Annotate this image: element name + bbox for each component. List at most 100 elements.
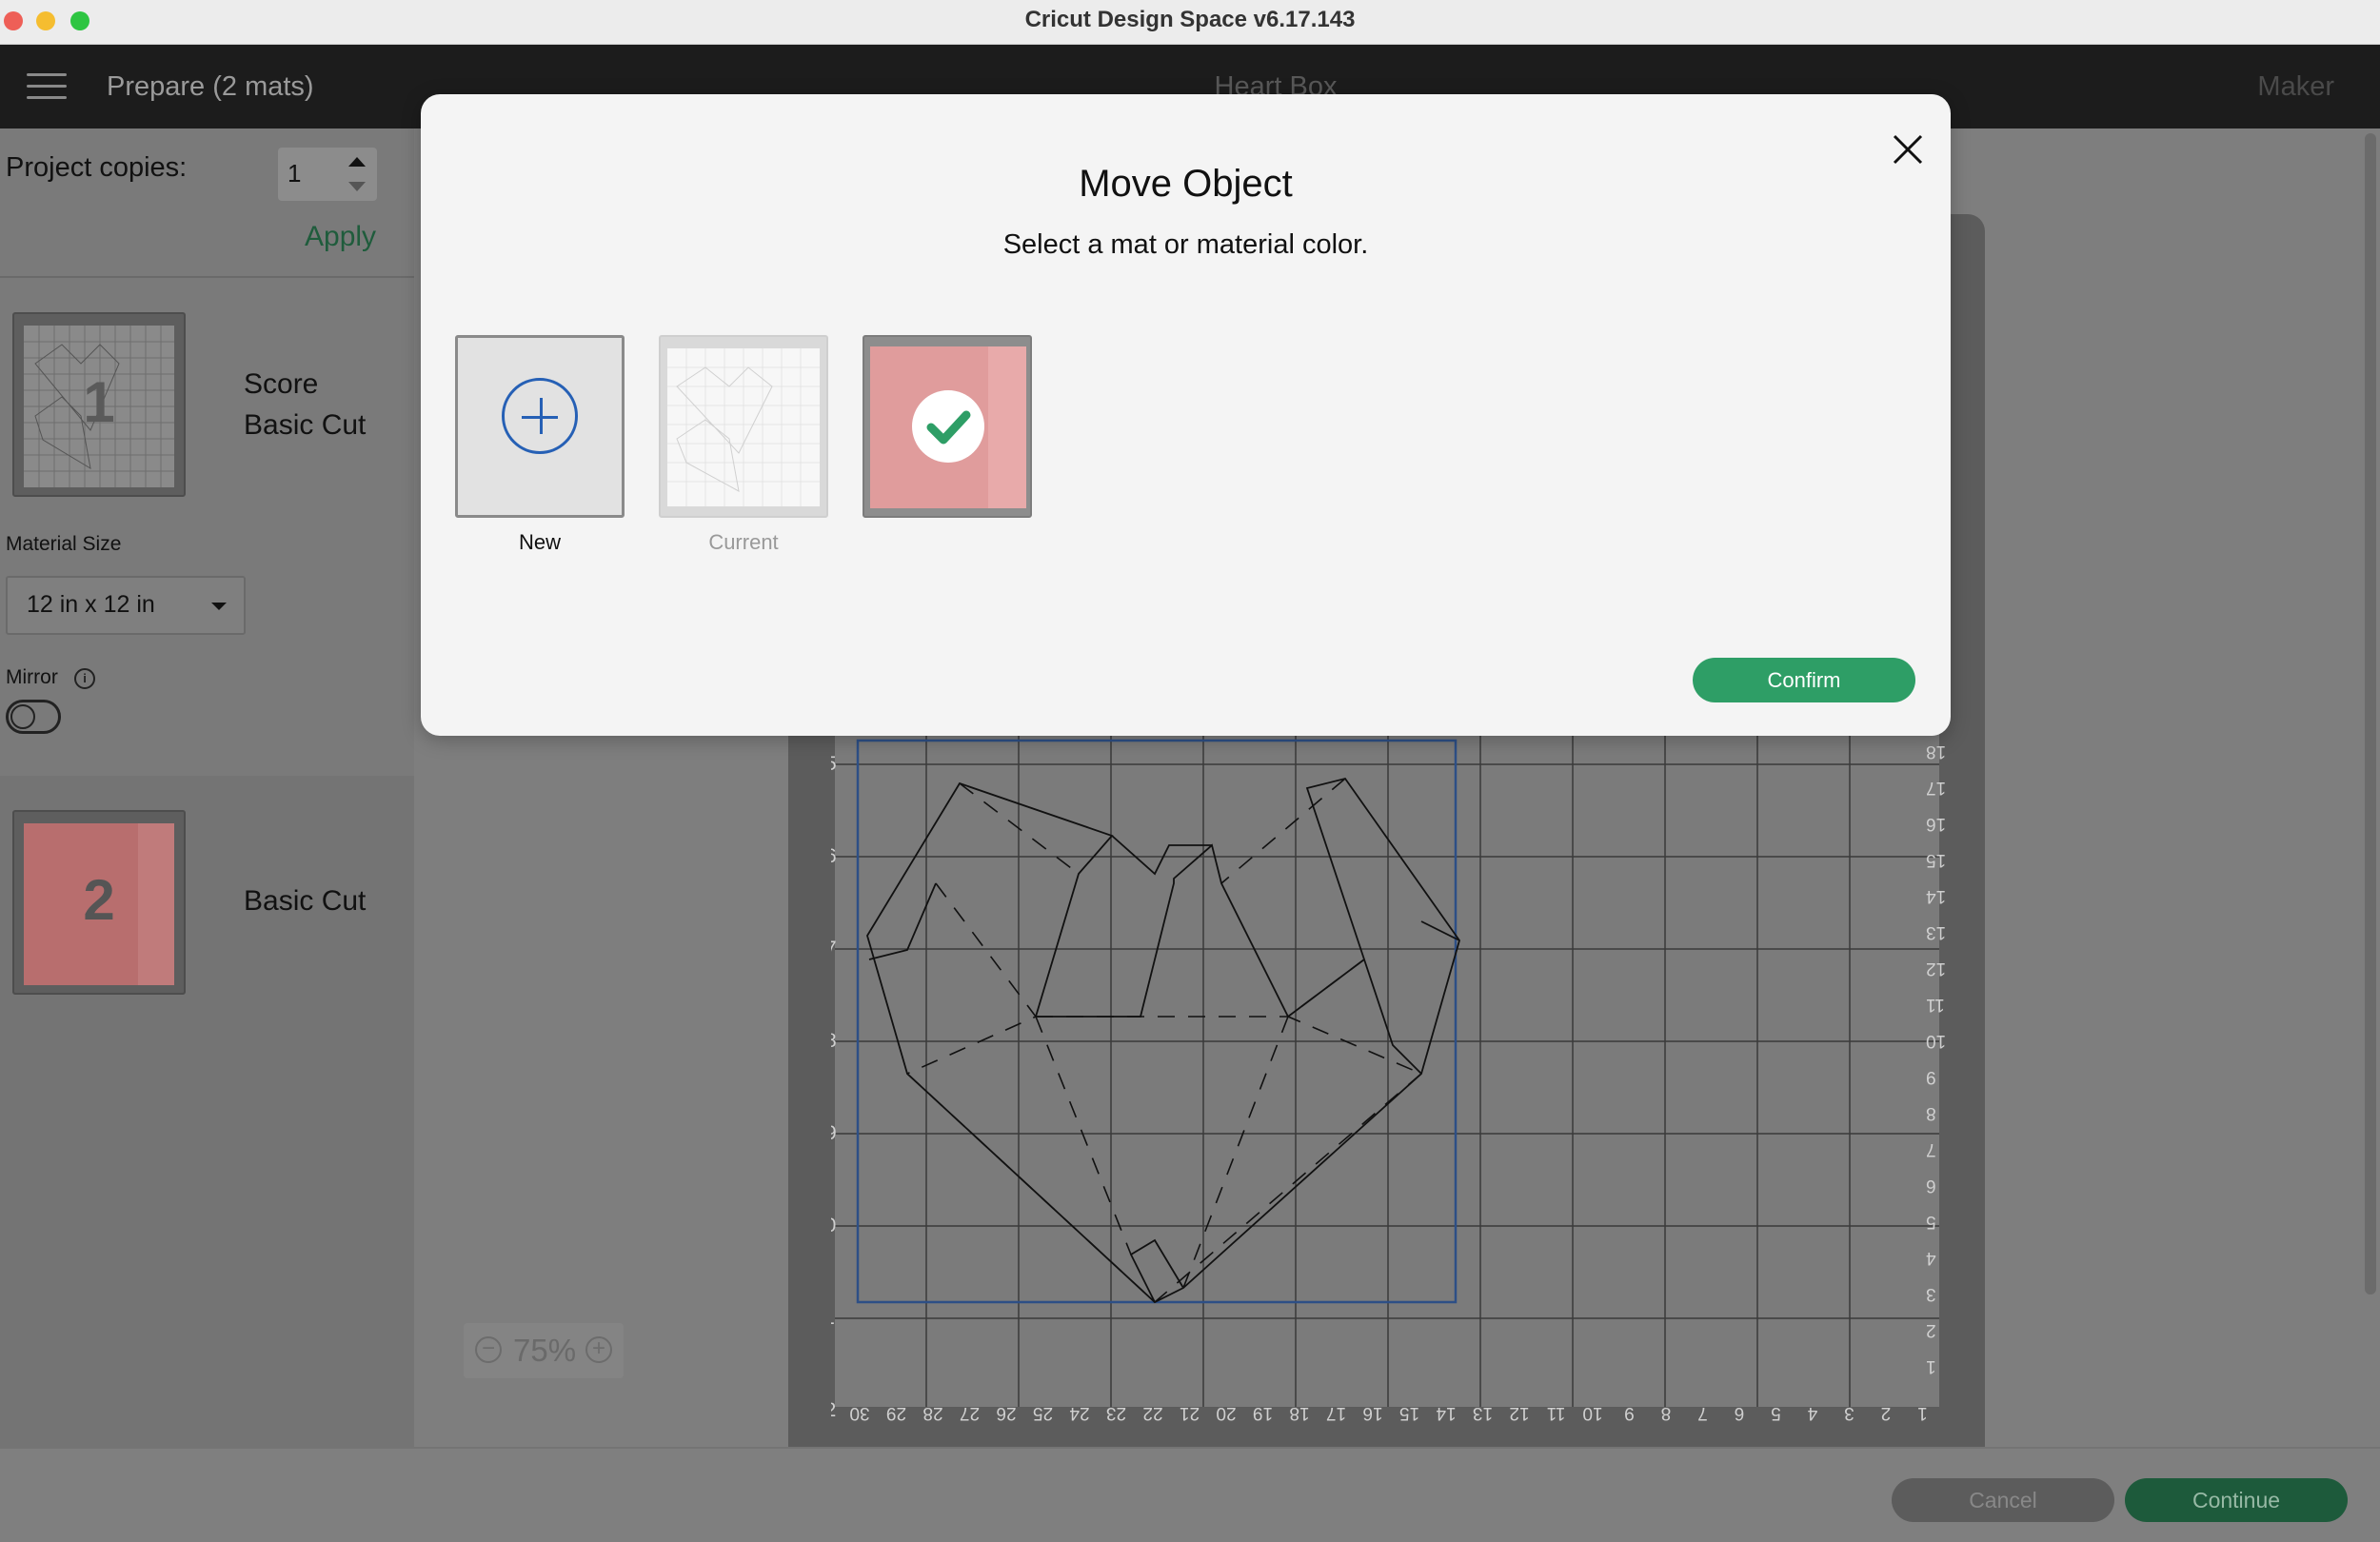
ruler-bottom-13: 13 [1473,1403,1493,1423]
pink-material-edge [988,346,1026,508]
ruler-bottom-5: 5 [1771,1403,1781,1423]
ruler-right-12: 12 [1926,959,1945,979]
ruler-right-1: 1 [1926,1356,1936,1376]
pink-material-option[interactable] [863,335,1032,518]
current-mat-preview [667,348,820,506]
ruler-right-17: 17 [1926,778,1945,798]
confirm-button[interactable]: Confirm [1693,658,1915,702]
mat-1-thumbnail[interactable]: 1 [12,312,186,497]
ruler-right-16: 16 [1926,814,1945,834]
ruler-right-10: 10 [1926,1031,1945,1051]
plus-circle-icon [502,378,578,454]
ruler-right-11: 11 [1926,995,1945,1015]
ruler-bottom-19: 19 [1253,1403,1273,1423]
ruler-right-4: 4 [1926,1248,1936,1268]
ruler-right-8: 8 [1926,1103,1936,1123]
ruler-bottom-8: 8 [1661,1403,1672,1423]
ruler-right-6: 6 [1926,1176,1936,1196]
ruler-left-5: 5 [831,753,837,775]
ruler-bottom-18: 18 [1289,1403,1309,1423]
mat-2-op-basic-cut: Basic Cut [244,885,367,917]
ruler-right-3: 3 [1926,1284,1936,1304]
checkmark-icon [912,390,984,463]
machine-selector[interactable]: Maker [2257,45,2334,128]
continue-button[interactable]: Continue [2125,1478,2348,1522]
ruler-bottom-1: 1 [1917,1403,1928,1423]
ruler-left-6: 6 [831,845,837,867]
mat-2-number: 2 [83,868,115,932]
mat-1-op-basic-cut: Basic Cut [244,409,367,441]
mirror-toggle[interactable] [6,700,61,734]
ruler-right-18: 18 [1926,741,1945,761]
zoom-out-icon[interactable]: − [475,1336,502,1363]
ruler-bottom-24: 24 [1069,1403,1090,1423]
window-title-bar: Cricut Design Space v6.17.143 [0,0,2380,45]
hamburger-menu-icon[interactable] [27,73,67,100]
ruler-bottom-6: 6 [1735,1403,1745,1423]
ruler-right-9: 9 [1926,1067,1936,1087]
ruler-bottom-7: 7 [1697,1403,1708,1423]
dialog-subtitle: Select a mat or material color. [1002,229,1369,260]
ruler-bottom-29: 29 [886,1403,906,1423]
ruler-bottom-12: 12 [1509,1403,1529,1423]
cancel-button[interactable]: Cancel [1892,1478,2114,1522]
ruler-bottom-4: 4 [1807,1403,1817,1423]
ruler-right-5: 5 [1926,1212,1936,1232]
mat-1-op-score: Score [244,368,319,400]
zoom-in-icon[interactable]: + [585,1336,612,1363]
decrement-arrow-icon[interactable] [348,182,366,191]
material-size-select[interactable]: 12 in x 12 in [6,576,246,635]
ruler-bottom-27: 27 [960,1403,980,1423]
new-mat-option[interactable] [455,335,625,518]
project-copies-stepper[interactable]: 1 [278,148,377,201]
ruler-bottom-17: 17 [1326,1403,1346,1423]
ruler-left-7: 7 [831,938,837,959]
zoom-level: 75% [513,1333,577,1368]
ruler-bottom-30: 30 [849,1403,869,1423]
zoom-control: − 75% + [464,1323,624,1378]
ruler-left-10: 10 [831,1215,836,1236]
ruler-left-8: 8 [831,1030,837,1052]
info-icon[interactable]: i [74,668,95,689]
project-copies-label: Project copies: [6,152,188,183]
ruler-left-9: 9 [831,1122,837,1144]
ruler-bottom-26: 26 [996,1403,1016,1423]
ruler-bottom-10: 10 [1582,1403,1602,1423]
ruler-left-12: 12 [831,1399,836,1421]
ruler-bottom-23: 23 [1106,1403,1126,1423]
increment-arrow-icon[interactable] [348,157,366,167]
mat-2-thumbnail[interactable]: 2 [12,810,186,995]
ruler-left-11: 11 [831,1307,835,1329]
sidebar-divider [0,276,414,278]
current-mat-option[interactable] [659,335,828,518]
chevron-down-icon [211,603,227,610]
ruler-bottom-16: 16 [1362,1403,1382,1423]
dialog-title: Move Object [1079,163,1293,205]
project-copies-value[interactable]: 1 [288,159,301,188]
ruler-right-2: 2 [1926,1320,1936,1340]
ruler-right-13: 13 [1926,922,1945,942]
ruler-bottom-25: 25 [1033,1403,1053,1423]
ruler-bottom-15: 15 [1399,1403,1419,1423]
ruler-bottom-3: 3 [1844,1403,1854,1423]
ruler-bottom-2: 2 [1881,1403,1892,1423]
window-title: Cricut Design Space v6.17.143 [1024,7,1356,32]
material-size-label: Material Size [6,533,122,555]
ruler-right-7: 7 [1926,1139,1936,1159]
mirror-label: Mirror [6,666,58,688]
mat-1-number: 1 [83,370,115,434]
ruler-bottom-21: 21 [1180,1403,1200,1423]
ruler-right-15: 15 [1926,850,1945,870]
ruler-bottom-14: 14 [1436,1403,1457,1423]
material-size-value: 12 in x 12 in [27,591,155,618]
apply-button[interactable]: Apply [305,221,376,253]
ruler-bottom-22: 22 [1142,1403,1162,1423]
toggle-knob [10,704,35,729]
ruler-bottom-11: 11 [1547,1403,1566,1423]
new-mat-label: New [518,530,561,554]
current-mat-label: Current [708,530,779,554]
vertical-scrollbar[interactable] [2365,133,2376,1295]
ruler-right-14: 14 [1926,886,1945,906]
ruler-bottom-20: 20 [1216,1403,1236,1423]
ruler-bottom-9: 9 [1624,1403,1635,1423]
